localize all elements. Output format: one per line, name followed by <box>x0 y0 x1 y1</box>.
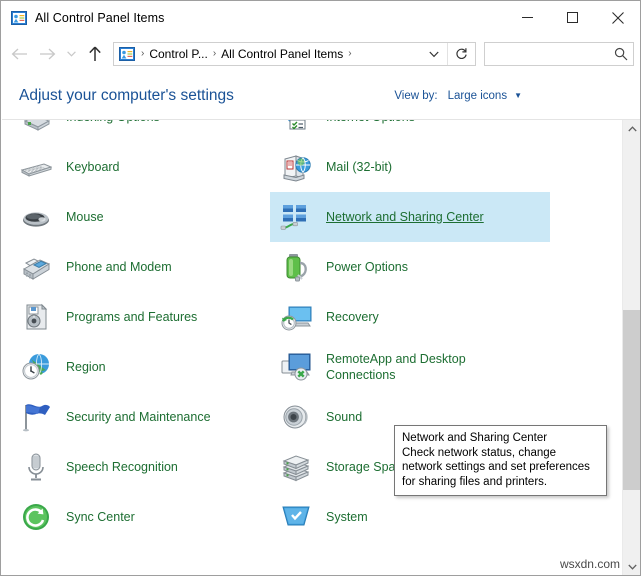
control-panel-item-label[interactable]: System <box>326 509 368 525</box>
speech-recognition-icon <box>20 451 52 483</box>
recovery-icon <box>280 301 312 333</box>
chevron-down-icon[interactable] <box>421 51 447 58</box>
control-panel-item-label[interactable]: Programs and Features <box>66 309 197 325</box>
search-icon[interactable] <box>609 47 633 61</box>
control-panel-item-label[interactable]: Indexing Options <box>66 120 160 125</box>
maximize-button[interactable] <box>550 1 595 34</box>
vertical-scrollbar[interactable] <box>622 120 640 575</box>
view-by-control[interactable]: View by: Large icons ▼ <box>394 74 522 118</box>
refresh-button[interactable] <box>447 43 475 65</box>
tooltip-title: Network and Sharing Center <box>402 431 599 446</box>
scroll-thumb[interactable] <box>623 310 640 490</box>
control-panel-item-label[interactable]: RemoteApp and Desktop Connections <box>326 351 516 383</box>
chevron-down-icon[interactable]: ▼ <box>514 92 522 100</box>
sound-icon <box>280 401 312 433</box>
control-panel-item-label[interactable]: Recovery <box>326 309 379 325</box>
control-panel-item-label[interactable]: Mouse <box>66 209 104 225</box>
address-bar[interactable]: › Control P... › All Control Panel Items… <box>113 42 476 66</box>
tooltip-body-line: network settings and set preferences <box>402 460 599 475</box>
navigation-bar: › Control P... › All Control Panel Items… <box>1 34 640 74</box>
control-panel-item[interactable]: Sync Center <box>2 492 270 542</box>
security-maintenance-icon <box>20 401 52 433</box>
breadcrumb-item-control-panel[interactable]: Control P... <box>149 47 207 61</box>
power-options-icon <box>280 251 312 283</box>
forward-button[interactable] <box>33 39 61 69</box>
breadcrumb-separator: › <box>343 49 356 59</box>
control-panel-item[interactable]: Recovery <box>270 292 550 342</box>
watermark: wsxdn.com <box>560 557 620 571</box>
caption-buttons <box>505 1 640 34</box>
control-panel-item[interactable]: Indexing Options <box>2 120 270 142</box>
control-panel-item[interactable]: Programs and Features <box>2 292 270 342</box>
control-panel-item[interactable]: Network and Sharing Center <box>270 192 550 242</box>
sync-center-icon <box>20 501 52 533</box>
keyboard-icon <box>20 151 52 183</box>
page-title: Adjust your computer's settings <box>19 87 234 105</box>
minimize-button[interactable] <box>505 1 550 34</box>
control-panel-item-label[interactable]: Power Options <box>326 259 408 275</box>
breadcrumb-separator: › <box>208 49 221 59</box>
items-content-area: Indexing Options Internet Options Keyboa… <box>2 119 640 575</box>
phone-modem-icon <box>20 251 52 283</box>
control-panel-item-label[interactable]: Keyboard <box>66 159 120 175</box>
scroll-down-button[interactable] <box>623 558 640 575</box>
explorer-window: All Control Panel Items <box>0 0 641 576</box>
control-panel-icon <box>11 10 27 26</box>
region-icon <box>20 351 52 383</box>
programs-features-icon <box>20 301 52 333</box>
control-panel-item[interactable]: Speech Recognition <box>2 442 270 492</box>
search-input[interactable] <box>485 43 609 65</box>
items-scroll-viewport: Indexing Options Internet Options Keyboa… <box>2 120 621 575</box>
control-panel-item[interactable]: Mail (32-bit) <box>270 142 550 192</box>
control-panel-item-label[interactable]: Phone and Modem <box>66 259 172 275</box>
header-strip: Adjust your computer's settings View by:… <box>1 74 640 118</box>
control-panel-item[interactable]: Region <box>2 342 270 392</box>
control-panel-item-label[interactable]: Security and Maintenance <box>66 409 211 425</box>
control-panel-item-label[interactable]: Mail (32-bit) <box>326 159 392 175</box>
mail-icon <box>280 151 312 183</box>
control-panel-icon <box>119 46 135 62</box>
control-panel-item[interactable]: Security and Maintenance <box>2 392 270 442</box>
view-by-label: View by: <box>394 90 437 102</box>
control-panel-item-label[interactable]: Internet Options <box>326 120 415 125</box>
control-panel-item[interactable]: Phone and Modem <box>2 242 270 292</box>
control-panel-item[interactable]: Power Options <box>270 242 550 292</box>
control-panel-item[interactable]: Keyboard <box>2 142 270 192</box>
control-panel-item-label[interactable]: Network and Sharing Center <box>326 209 484 225</box>
control-panel-item-label[interactable]: Region <box>66 359 106 375</box>
control-panel-item-label[interactable]: Sync Center <box>66 509 135 525</box>
tooltip: Network and Sharing Center Check network… <box>394 425 607 496</box>
title-bar: All Control Panel Items <box>1 1 640 34</box>
up-button[interactable] <box>81 39 109 69</box>
storage-spaces-icon <box>280 451 312 483</box>
control-panel-item-label[interactable]: Sound <box>326 409 362 425</box>
view-by-value[interactable]: Large icons <box>448 90 507 102</box>
control-panel-item[interactable]: RemoteApp and Desktop Connections <box>270 342 550 392</box>
window-title: All Control Panel Items <box>35 11 164 25</box>
indexing-options-icon <box>20 120 52 133</box>
network-sharing-icon <box>280 201 312 233</box>
control-panel-item[interactable]: Mouse <box>2 192 270 242</box>
control-panel-item[interactable]: Internet Options <box>270 120 550 142</box>
search-box[interactable] <box>484 42 634 66</box>
control-panel-item[interactable]: System <box>270 492 550 542</box>
internet-options-icon <box>280 120 312 133</box>
breadcrumb-item-all-control-panel-items[interactable]: All Control Panel Items <box>221 47 343 61</box>
remoteapp-icon <box>280 351 312 383</box>
recent-locations-button[interactable] <box>61 39 81 69</box>
control-panel-item-label[interactable]: Speech Recognition <box>66 459 178 475</box>
mouse-icon <box>20 201 52 233</box>
tooltip-body-line: Check network status, change <box>402 446 599 461</box>
close-button[interactable] <box>595 1 640 34</box>
scroll-up-button[interactable] <box>623 120 640 137</box>
breadcrumb-separator: › <box>136 49 149 59</box>
tooltip-body-line: for sharing files and printers. <box>402 475 599 490</box>
system-icon <box>280 501 312 533</box>
back-button[interactable] <box>5 39 33 69</box>
